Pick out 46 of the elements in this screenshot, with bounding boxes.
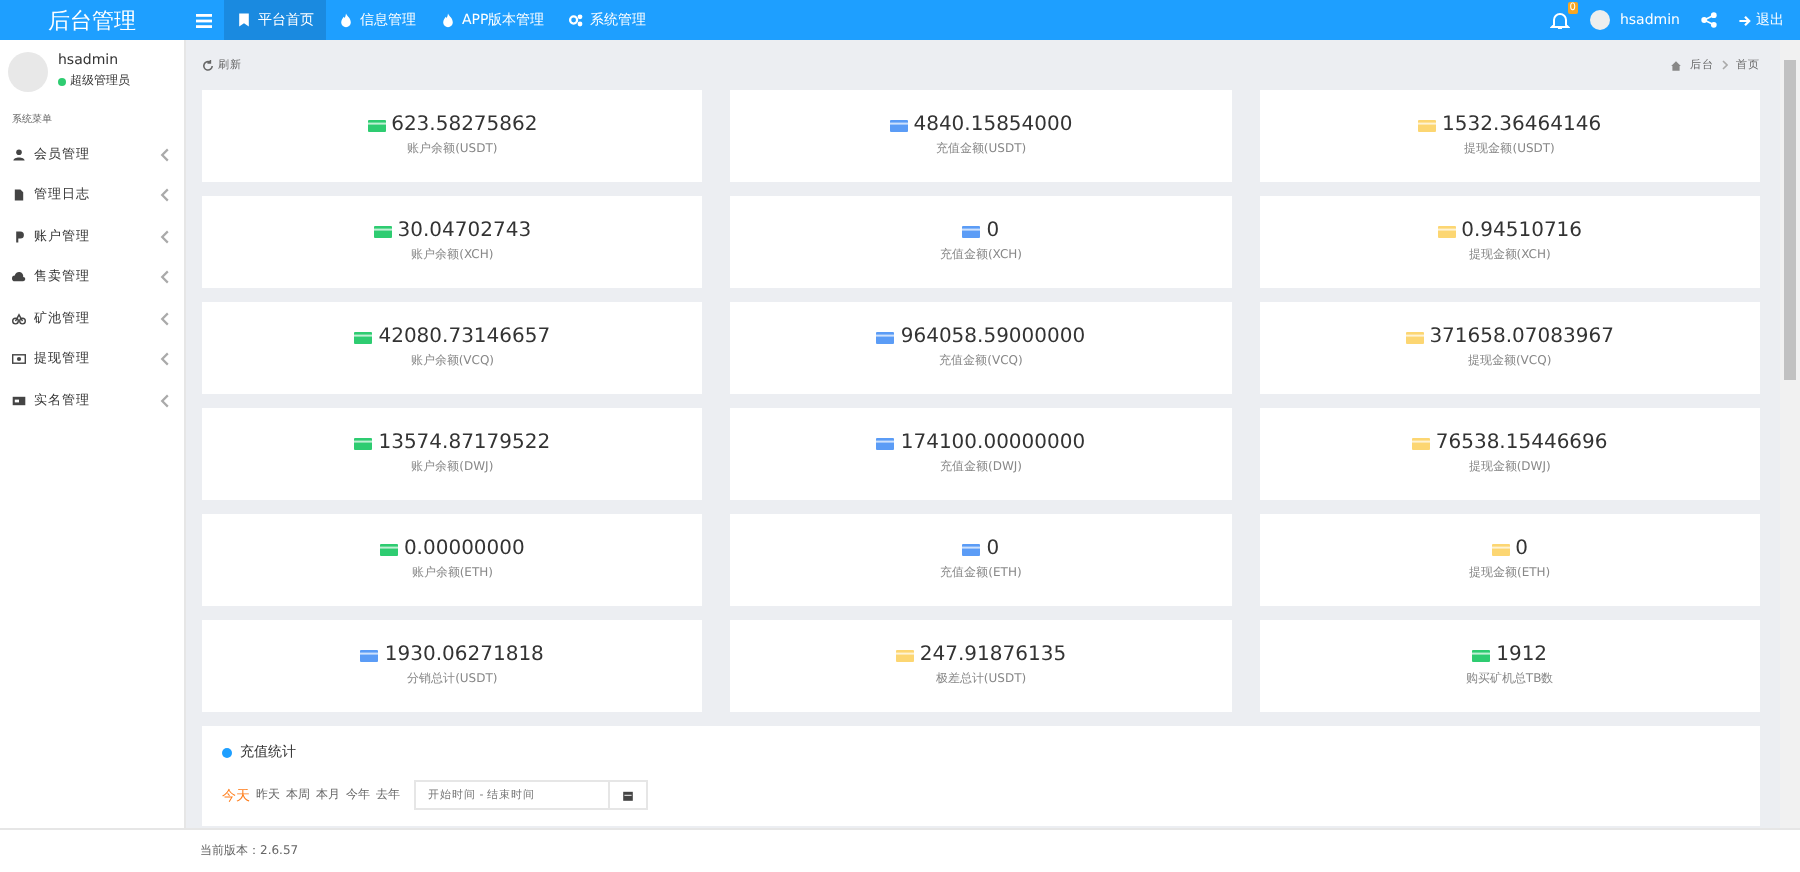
stat-value: 1912 [1496,644,1548,666]
refresh-icon [202,59,214,71]
cloud-icon [12,270,26,285]
bullet-icon [222,747,232,757]
flame-icon [338,12,354,28]
chevron-icon [158,188,172,203]
calendar-button[interactable] [610,780,648,810]
breadcrumb-separator-icon [1722,60,1728,70]
stat-value: 4840.15854000 [913,114,1073,136]
stat-value: 1532.36464146 [1442,114,1602,136]
gears-icon [568,12,585,28]
stat-value: 30.04702743 [397,220,532,242]
stat-value: 371658.07083967 [1429,326,1614,348]
chevron-icon [158,311,172,326]
chevron-icon [158,270,172,285]
stat-value: 0 [986,220,1000,242]
stat-value: 0 [1515,538,1528,560]
chevron-icon [158,229,172,244]
stat-value: 1930.06271818 [384,644,544,666]
exit-arrow-icon [1738,13,1752,27]
user-icon [12,147,26,162]
stat-value: 42080.73146657 [378,326,551,348]
file-icon [12,188,26,203]
chevron-icon [158,352,172,367]
stat-value: 174100.00000000 [900,432,1086,454]
banknote-icon [12,352,26,367]
avatar-icon [1589,10,1610,30]
stat-value: 0 [986,538,1000,560]
bookmark-icon [236,12,252,28]
share-icon[interactable] [1700,12,1718,28]
chevron-icon [158,147,172,162]
bicycle-icon [12,311,26,326]
stat-value: 247.91876135 [919,644,1067,666]
scrollbar[interactable] [1780,40,1800,828]
letter-p-icon [12,229,26,244]
stat-value: 13574.87179522 [378,432,551,454]
home-icon [1670,59,1682,71]
flame-icon [440,12,456,28]
stat-value: 964058.59000000 [900,326,1086,348]
stat-value: 0.00000000 [403,538,525,560]
stat-value: 623.58275862 [391,114,538,136]
stat-value: 76538.15446696 [1435,432,1608,454]
chevron-icon [158,393,172,408]
calendar-icon [622,789,634,801]
id-card-icon [12,393,26,408]
stat-value: 0.94510716 [1461,220,1583,242]
